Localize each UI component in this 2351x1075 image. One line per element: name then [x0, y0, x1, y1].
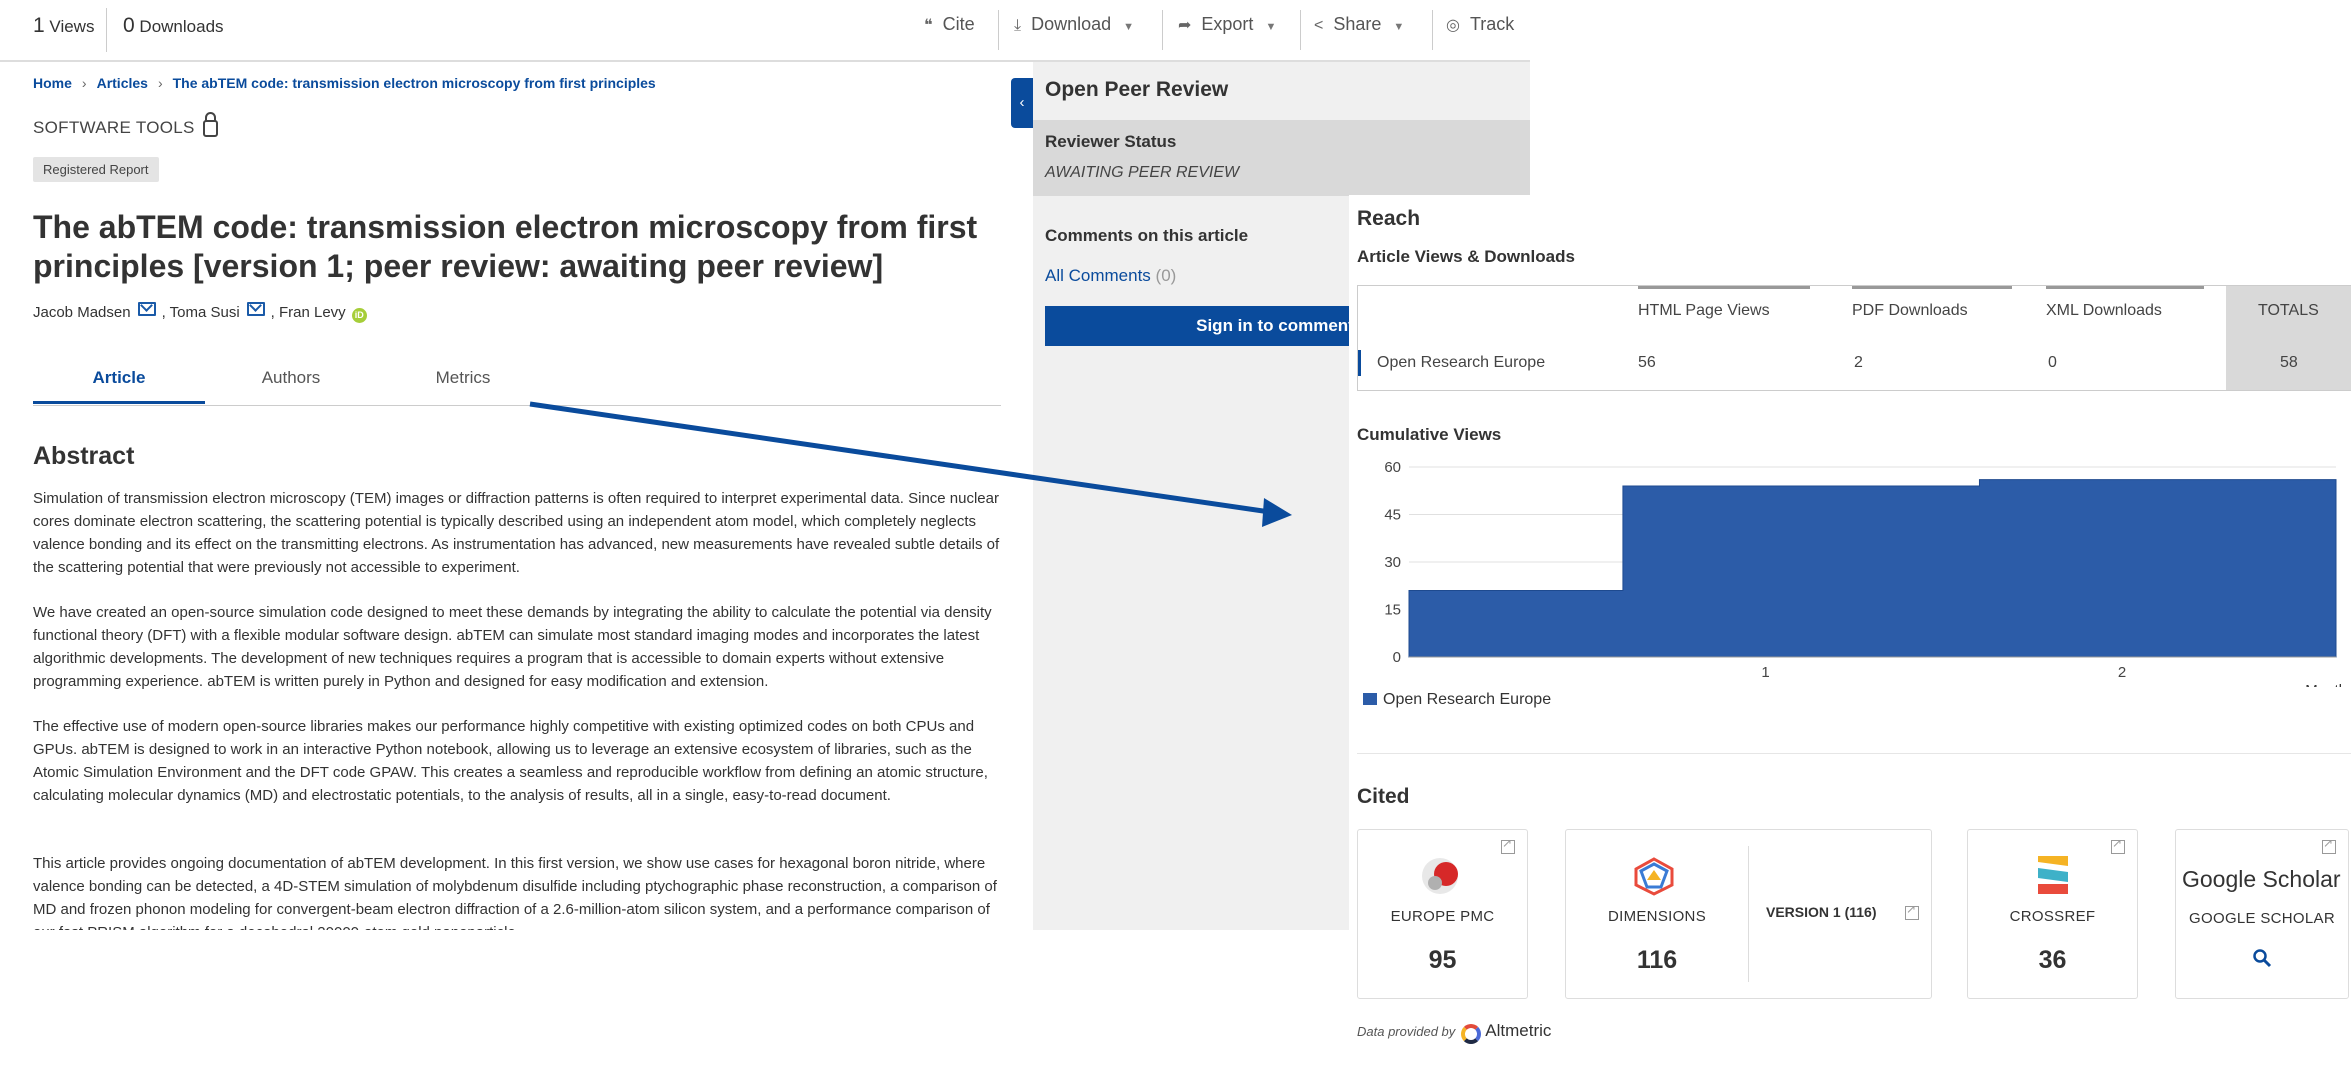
- table-cell: 0: [2048, 354, 2057, 371]
- crossref-label: CROSSREF: [2009, 908, 2096, 925]
- table-header: PDF Downloads: [1852, 302, 1968, 319]
- x-tick-label: 2: [2118, 664, 2126, 681]
- reach-heading: Reach: [1357, 207, 1421, 230]
- crossref-logo-icon: [2038, 856, 2068, 894]
- table-cell: 56: [1638, 354, 1656, 371]
- crossref-count: 36: [2038, 946, 2067, 974]
- external-link-icon[interactable]: [1905, 902, 1919, 920]
- table-header: TOTALS: [2258, 302, 2319, 319]
- cumulative-views-heading: Cumulative Views: [1357, 425, 1502, 444]
- x-axis-label: Month: [2305, 682, 2347, 687]
- chart-legend: Open Research Europe: [1363, 691, 1551, 709]
- europe-pmc-logo-icon: [1422, 858, 1458, 894]
- y-tick-label: 30: [1384, 554, 1401, 571]
- altmetric-brand[interactable]: Altmetric: [1485, 1021, 1551, 1040]
- series-area: [1408, 479, 2337, 658]
- europe-pmc-card[interactable]: EUROPE PMC 95: [1357, 829, 1528, 999]
- row-marker: [1358, 350, 1361, 376]
- table-cell: 2: [1854, 354, 1863, 371]
- legend-label: Open Research Europe: [1383, 691, 1552, 708]
- external-link-icon[interactable]: [1501, 836, 1515, 854]
- reach-panel: Reach Article Views & Downloads HTML Pag…: [1349, 195, 2351, 1075]
- google-scholar-label: GOOGLE SCHOLAR: [2189, 910, 2335, 927]
- external-link-icon[interactable]: [2322, 836, 2336, 854]
- column-rule: [1638, 286, 1810, 289]
- column-rule: [2046, 286, 2204, 289]
- arrow-shaft: [529, 401, 1271, 515]
- dimensions-label: DIMENSIONS: [1607, 908, 1706, 925]
- external-link-icon[interactable]: [2111, 836, 2125, 854]
- data-provider-footer: Data provided by Altmetric: [1357, 1021, 1551, 1044]
- dimensions-logo-icon: [1634, 857, 1674, 896]
- dimensions-card[interactable]: DIMENSIONS 116 VERSION 1 (116): [1565, 829, 1932, 999]
- search-icon[interactable]: [2252, 948, 2272, 968]
- google-scholar-card[interactable]: Google Scholar GOOGLE SCHOLAR: [2175, 829, 2349, 999]
- dimensions-count: 116: [1636, 946, 1678, 974]
- table-header: HTML Page Views: [1638, 302, 1770, 319]
- y-tick-label: 15: [1384, 602, 1401, 619]
- y-tick-label: 60: [1384, 459, 1401, 476]
- y-tick-label: 0: [1393, 649, 1401, 666]
- google-scholar-logo: Google Scholar: [2182, 866, 2341, 892]
- table-cell-source: Open Research Europe: [1377, 354, 1546, 371]
- europe-pmc-label: EUROPE PMC: [1390, 908, 1495, 925]
- dimensions-version-label: VERSION 1 (116): [1766, 904, 1877, 920]
- footer-prefix: Data provided by: [1357, 1024, 1456, 1039]
- europe-pmc-count: 95: [1428, 946, 1457, 974]
- views-downloads-table: HTML Page Views PDF Downloads XML Downlo…: [1357, 285, 2351, 391]
- table-cell: 58: [2280, 354, 2298, 371]
- arrow-head: [1262, 498, 1292, 527]
- cited-heading: Cited: [1357, 785, 1410, 808]
- x-tick-label: 1: [1761, 664, 1769, 681]
- views-downloads-heading: Article Views & Downloads: [1357, 247, 1575, 266]
- column-rule: [1852, 286, 2012, 289]
- table-header: XML Downloads: [2046, 302, 2162, 319]
- card-divider: [1748, 846, 1749, 982]
- crossref-card[interactable]: CROSSREF 36: [1967, 829, 2138, 999]
- y-tick-label: 45: [1384, 507, 1401, 524]
- legend-swatch: [1363, 693, 1377, 705]
- altmetric-logo-icon: [1461, 1024, 1482, 1044]
- section-divider: [1357, 753, 2351, 754]
- cumulative-views-chart: 0 15 30 45 60 1 2 Month: [1384, 459, 2347, 687]
